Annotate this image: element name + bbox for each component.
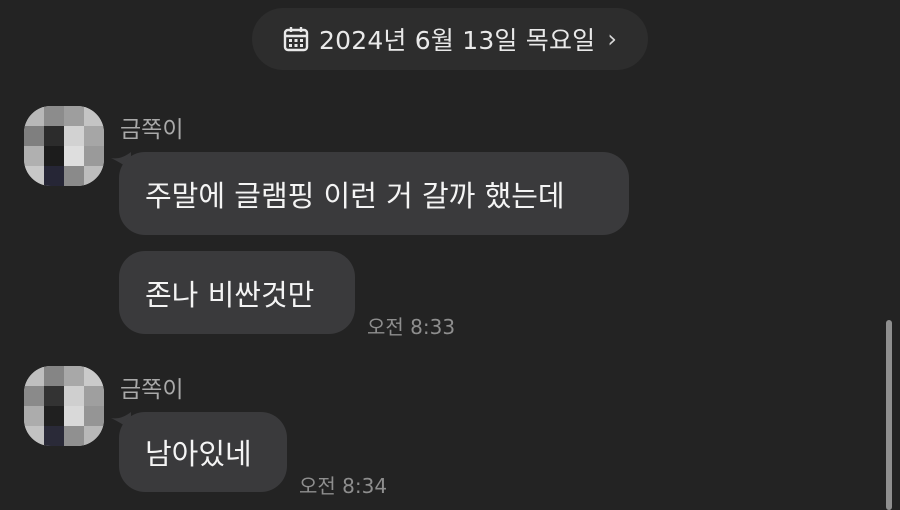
message-bubble[interactable]: 존나 비싼것만 [119, 251, 355, 334]
message-time: 오전 8:34 [299, 474, 388, 498]
avatar[interactable] [24, 366, 104, 446]
calendar-icon [283, 26, 309, 52]
sender-name: 금쪽이 [120, 377, 184, 403]
date-header-button[interactable]: 2024년 6월 13일 목요일 › [252, 8, 648, 70]
message-text: 남아있네 [145, 437, 252, 471]
message-time: 오전 8:33 [367, 315, 456, 339]
chevron-right-icon: › [607, 25, 617, 53]
message-text: 주말에 글램핑 이런 거 갈까 했는데 [145, 178, 565, 213]
message-bubble[interactable]: 주말에 글램핑 이런 거 갈까 했는데 [119, 152, 629, 235]
sender-name: 금쪽이 [120, 117, 184, 143]
message-bubble[interactable]: 남아있네 [119, 412, 287, 492]
avatar[interactable] [24, 106, 104, 186]
date-label: 2024년 6월 13일 목요일 [319, 26, 596, 55]
message-text: 존나 비싼것만 [145, 277, 315, 312]
scrollbar-thumb[interactable] [886, 320, 892, 510]
